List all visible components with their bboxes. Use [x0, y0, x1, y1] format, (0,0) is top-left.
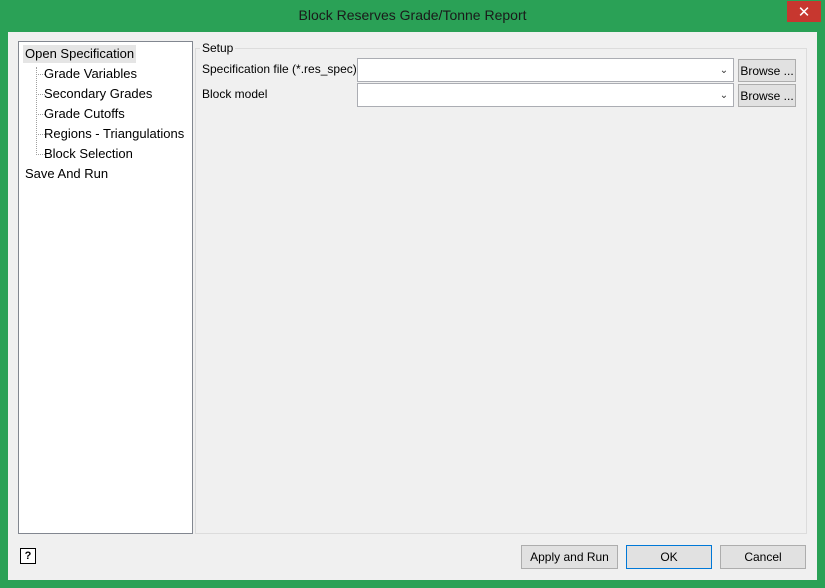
dialog-window: Block Reserves Grade/Tonne Report ✕ Open… — [0, 0, 825, 588]
close-icon: ✕ — [797, 3, 811, 21]
spec-file-browse-button[interactable]: Browse ... — [738, 59, 796, 82]
tree-item-regions-triangulations[interactable]: Regions - Triangulations — [42, 125, 186, 143]
tree-item-grade-cutoffs[interactable]: Grade Cutoffs — [42, 105, 127, 123]
spec-file-label: Specification file (*.res_spec) — [202, 62, 357, 76]
apply-and-run-button[interactable]: Apply and Run — [521, 545, 618, 569]
ok-button[interactable]: OK — [626, 545, 712, 569]
window-title: Block Reserves Grade/Tonne Report — [298, 7, 527, 23]
chevron-down-icon[interactable]: ⌄ — [718, 88, 730, 102]
close-button[interactable]: ✕ — [787, 1, 821, 22]
navigation-tree: Open Specification Grade Variables Secon… — [18, 41, 193, 534]
tree-item-grade-variables[interactable]: Grade Variables — [42, 65, 139, 83]
help-icon[interactable]: ? — [20, 548, 36, 564]
dialog-client-area: Open Specification Grade Variables Secon… — [8, 32, 817, 580]
setup-group-title: Setup — [200, 41, 236, 55]
cancel-button[interactable]: Cancel — [720, 545, 806, 569]
title-bar[interactable]: Block Reserves Grade/Tonne Report ✕ — [0, 0, 825, 32]
tree-item-secondary-grades[interactable]: Secondary Grades — [42, 85, 154, 103]
block-model-browse-button[interactable]: Browse ... — [738, 84, 796, 107]
block-model-combobox[interactable]: ⌄ — [357, 83, 734, 107]
tree-item-save-and-run[interactable]: Save And Run — [23, 165, 110, 183]
setup-groupbox — [195, 48, 807, 534]
block-model-label: Block model — [202, 87, 268, 101]
tree-item-block-selection[interactable]: Block Selection — [42, 145, 135, 163]
tree-item-open-specification[interactable]: Open Specification — [23, 45, 137, 63]
tree-connector-line — [36, 67, 37, 155]
chevron-down-icon[interactable]: ⌄ — [718, 63, 730, 77]
spec-file-combobox[interactable]: ⌄ — [357, 58, 734, 82]
